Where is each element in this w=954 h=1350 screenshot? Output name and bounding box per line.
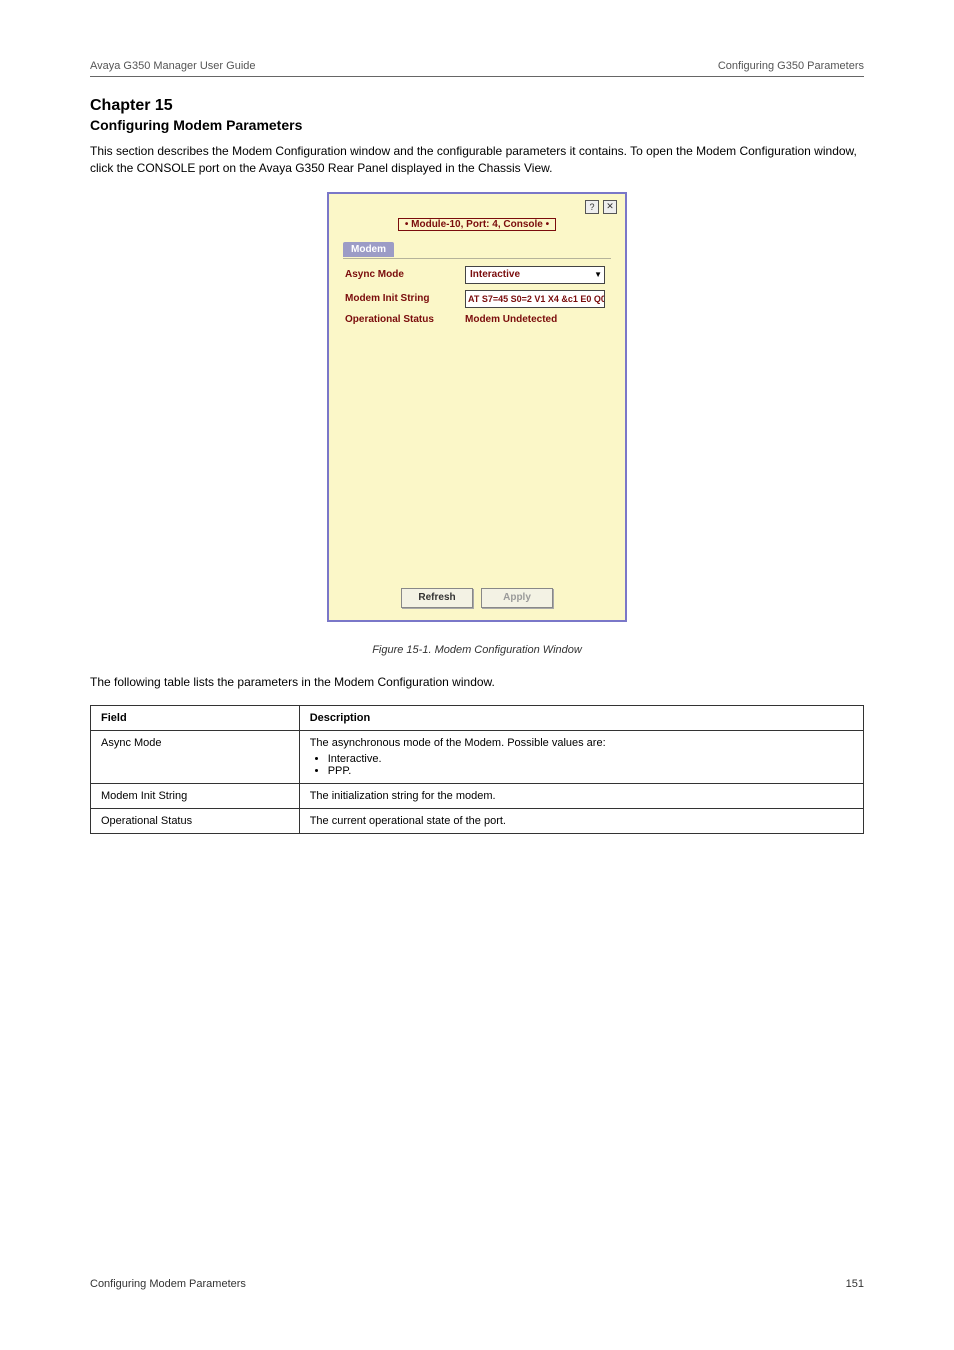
row-async-mode: Async Mode Interactive ▼ [345, 266, 609, 284]
footer-section: Configuring Modem Parameters [90, 1278, 246, 1290]
tab-underline [343, 258, 611, 259]
table-row: Async Mode The asynchronous mode of the … [91, 731, 864, 784]
intro-paragraph: This section describes the Modem Configu… [90, 143, 864, 178]
page-footer: Configuring Modem Parameters 151 [90, 1278, 864, 1290]
apply-button[interactable]: Apply [481, 588, 553, 608]
table-row: Modem Init String The initialization str… [91, 784, 864, 809]
running-header-left: Avaya G350 Manager User Guide [90, 60, 256, 72]
page: Avaya G350 Manager User Guide Configurin… [0, 0, 954, 1350]
chapter-number: Chapter 15 [90, 97, 864, 115]
header-rule [90, 76, 864, 77]
cell-desc-list: Interactive. PPP. [328, 753, 853, 777]
section-title: Configuring Modem Parameters [90, 117, 864, 133]
row-modem-init-string: Modem Init String AT S7=45 S0=2 V1 X4 &c… [345, 290, 609, 308]
running-header-right: Configuring G350 Parameters [718, 60, 864, 72]
tab-modem[interactable]: Modem [343, 242, 394, 257]
input-modem-init-string[interactable]: AT S7=45 S0=2 V1 X4 &c1 E0 Q0 [465, 290, 605, 308]
help-icon[interactable]: ? [585, 200, 599, 214]
cell-field: Async Mode [91, 731, 300, 784]
figure-number: Figure 15-1. [372, 644, 431, 656]
figure-caption-text: Modem Configuration Window [435, 644, 582, 656]
table-intro: The following table lists the parameters… [90, 674, 864, 691]
select-async-mode-value: Interactive [470, 269, 520, 280]
input-modem-init-string-value: AT S7=45 S0=2 V1 X4 &c1 E0 Q0 [468, 294, 605, 304]
modem-config-panel: ? ✕ • Module-10, Port: 4, Console • Mode… [327, 192, 627, 622]
running-header: Avaya G350 Manager User Guide Configurin… [90, 60, 864, 72]
list-item: Interactive. [328, 753, 853, 765]
table-row: Operational Status The current operation… [91, 809, 864, 834]
figure-wrap: ? ✕ • Module-10, Port: 4, Console • Mode… [90, 192, 864, 622]
cell-desc: The current operational state of the por… [299, 809, 863, 834]
col-header-field: Field [91, 706, 300, 731]
cell-field: Modem Init String [91, 784, 300, 809]
value-operational-status: Modem Undetected [465, 314, 557, 325]
label-async-mode: Async Mode [345, 269, 465, 280]
form-area: Async Mode Interactive ▼ Modem Init Stri… [345, 266, 609, 331]
close-icon[interactable]: ✕ [603, 200, 617, 214]
label-modem-init-string: Modem Init String [345, 293, 465, 304]
panel-title: • Module-10, Port: 4, Console • [398, 218, 556, 231]
panel-button-row: Refresh Apply [329, 588, 625, 608]
panel-titlebar-icons: ? ✕ [585, 200, 617, 214]
row-operational-status: Operational Status Modem Undetected [345, 314, 609, 325]
cell-desc: The initialization string for the modem. [299, 784, 863, 809]
table-header-row: Field Description [91, 706, 864, 731]
cell-desc-lead: The asynchronous mode of the Modem. Poss… [310, 737, 606, 749]
cell-desc: The asynchronous mode of the Modem. Poss… [299, 731, 863, 784]
footer-page-number: 151 [846, 1278, 864, 1290]
select-async-mode[interactable]: Interactive ▼ [465, 266, 605, 284]
label-operational-status: Operational Status [345, 314, 465, 325]
list-item: PPP. [328, 765, 853, 777]
cell-field: Operational Status [91, 809, 300, 834]
refresh-button[interactable]: Refresh [401, 588, 473, 608]
figure-caption: Figure 15-1. Modem Configuration Window [90, 644, 864, 656]
chevron-down-icon: ▼ [594, 270, 602, 279]
params-table: Field Description Async Mode The asynchr… [90, 705, 864, 834]
col-header-description: Description [299, 706, 863, 731]
